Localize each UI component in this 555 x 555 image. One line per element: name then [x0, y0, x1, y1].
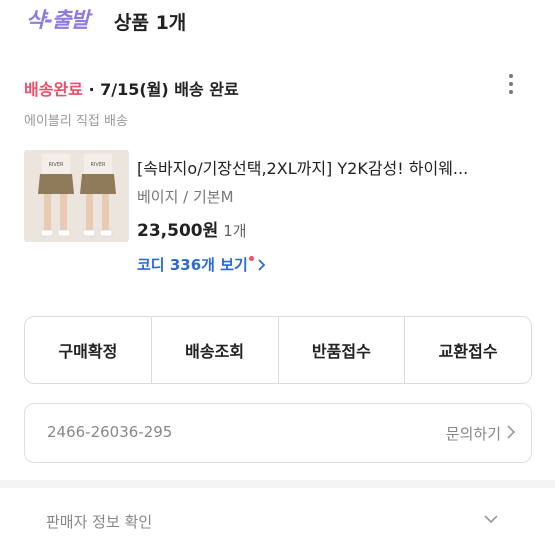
- new-dot-icon: [248, 256, 254, 261]
- order-number: 2466-26036-295: [47, 423, 173, 441]
- product-option: 베이지 / 기본M: [137, 188, 234, 206]
- delivery-date: 7/15(월) 배송 완료: [100, 80, 239, 99]
- seller-note: 에이블리 직접 배송: [24, 114, 128, 129]
- chevron-down-icon[interactable]: [482, 513, 500, 527]
- product-name[interactable]: [속바지o/기장선택,2XL까지] Y2K감성! 하이웨...: [137, 155, 468, 179]
- product-thumbnail[interactable]: RIVER RIVER: [24, 150, 129, 242]
- chevron-right-icon: [258, 259, 266, 271]
- codi-link[interactable]: 코디 336개 보기: [137, 254, 267, 275]
- codi-label: 코디 336개 보기: [137, 256, 248, 274]
- thumb-print-left: RIVER: [48, 162, 64, 168]
- brand-logo: 샥-출발: [26, 8, 90, 32]
- seller-info-toggle[interactable]: 판매자 정보 확인: [46, 511, 152, 532]
- thumb-print-right: RIVER: [90, 162, 106, 168]
- order-actions: 구매확정 배송조회 반품접수 교환접수: [24, 316, 532, 384]
- delivery-status-row: 배송완료 · 7/15(월) 배송 완료: [24, 74, 534, 100]
- product-price: 23,500원: [137, 221, 219, 241]
- track-delivery-button[interactable]: 배송조회: [150, 317, 278, 383]
- confirm-purchase-button[interactable]: 구매확정: [25, 317, 151, 383]
- order-number-box: 2466-26036-295 문의하기: [24, 403, 532, 463]
- more-options-icon[interactable]: [502, 70, 520, 100]
- section-divider: [0, 480, 555, 488]
- product-price-row: 23,500원 1개: [137, 216, 247, 241]
- status-separator: ·: [82, 80, 101, 99]
- chevron-right-icon: [507, 425, 516, 439]
- product-quantity: 1개: [223, 222, 247, 240]
- product-item[interactable]: RIVER RIVER [속바지o/기장선택,2XL까지] Y2K감성! 하이웨…: [24, 150, 534, 280]
- page-title: 상품 1개: [114, 12, 187, 34]
- request-exchange-button[interactable]: 교환접수: [404, 317, 531, 383]
- request-return-button[interactable]: 반품접수: [277, 317, 405, 383]
- top-header: 샥-출발 상품 1개: [0, 0, 555, 44]
- delivery-status: 배송완료: [24, 80, 83, 99]
- inquiry-button[interactable]: 문의하기: [446, 423, 501, 444]
